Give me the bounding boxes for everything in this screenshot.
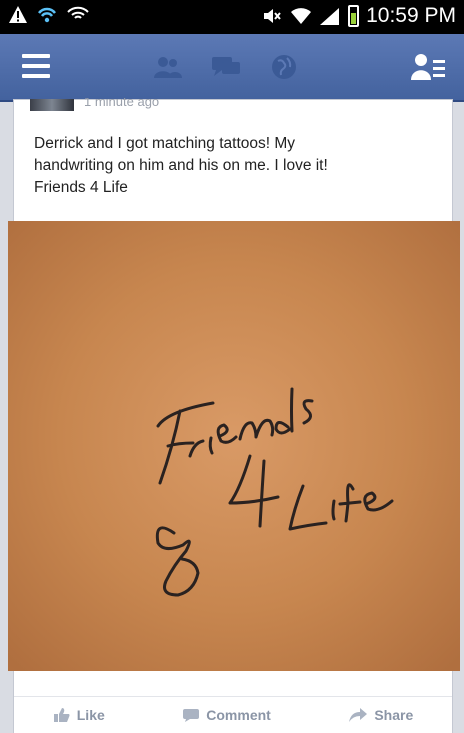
news-feed-post: 1 minute ago Derrick and I got matching … xyxy=(8,98,460,733)
avatar[interactable] xyxy=(30,99,74,111)
messages-icon[interactable] xyxy=(208,52,244,82)
location-icon xyxy=(67,6,89,19)
comment-button[interactable]: Comment xyxy=(182,707,271,723)
comment-label: Comment xyxy=(206,707,271,723)
wifi-sync-icon xyxy=(38,7,56,23)
warning-icon xyxy=(9,6,27,23)
post-text: Derrick and I got matching tattoos! My h… xyxy=(34,133,414,199)
tattoo-photo[interactable] xyxy=(8,221,460,671)
post-text-line: handwriting on him and his on me. I love… xyxy=(34,157,328,174)
like-button[interactable]: Like xyxy=(53,707,105,723)
signal-icon xyxy=(320,8,340,25)
status-left-icons xyxy=(8,5,90,25)
notifications-globe-icon[interactable] xyxy=(266,52,302,82)
battery-icon xyxy=(348,5,360,27)
mute-icon xyxy=(264,9,281,23)
status-right-icons: 10:59 PM xyxy=(261,4,456,28)
notification-jewels xyxy=(150,52,302,82)
comment-icon xyxy=(183,709,200,722)
facebook-top-bar xyxy=(0,34,464,102)
wifi-icon xyxy=(291,8,312,24)
like-label: Like xyxy=(76,707,105,723)
menu-button[interactable] xyxy=(22,54,50,78)
post-header: 1 minute ago xyxy=(30,98,159,112)
share-button[interactable]: Share xyxy=(348,707,413,723)
friends-list-button[interactable] xyxy=(410,50,446,84)
status-bar: 10:59 PM xyxy=(0,0,464,34)
post-text-line: Derrick and I got matching tattoos! My xyxy=(34,135,296,152)
post-actions: Like Comment Share xyxy=(14,696,452,733)
status-time: 10:59 PM xyxy=(366,4,456,27)
share-label: Share xyxy=(374,707,414,723)
post-text-line: Friends 4 Life xyxy=(34,179,128,196)
share-arrow-icon xyxy=(349,708,368,722)
thumbs-up-icon xyxy=(53,708,70,722)
friend-requests-icon[interactable] xyxy=(150,52,186,82)
friends-list-icon xyxy=(411,54,445,80)
post-timestamp: 1 minute ago xyxy=(84,98,160,109)
